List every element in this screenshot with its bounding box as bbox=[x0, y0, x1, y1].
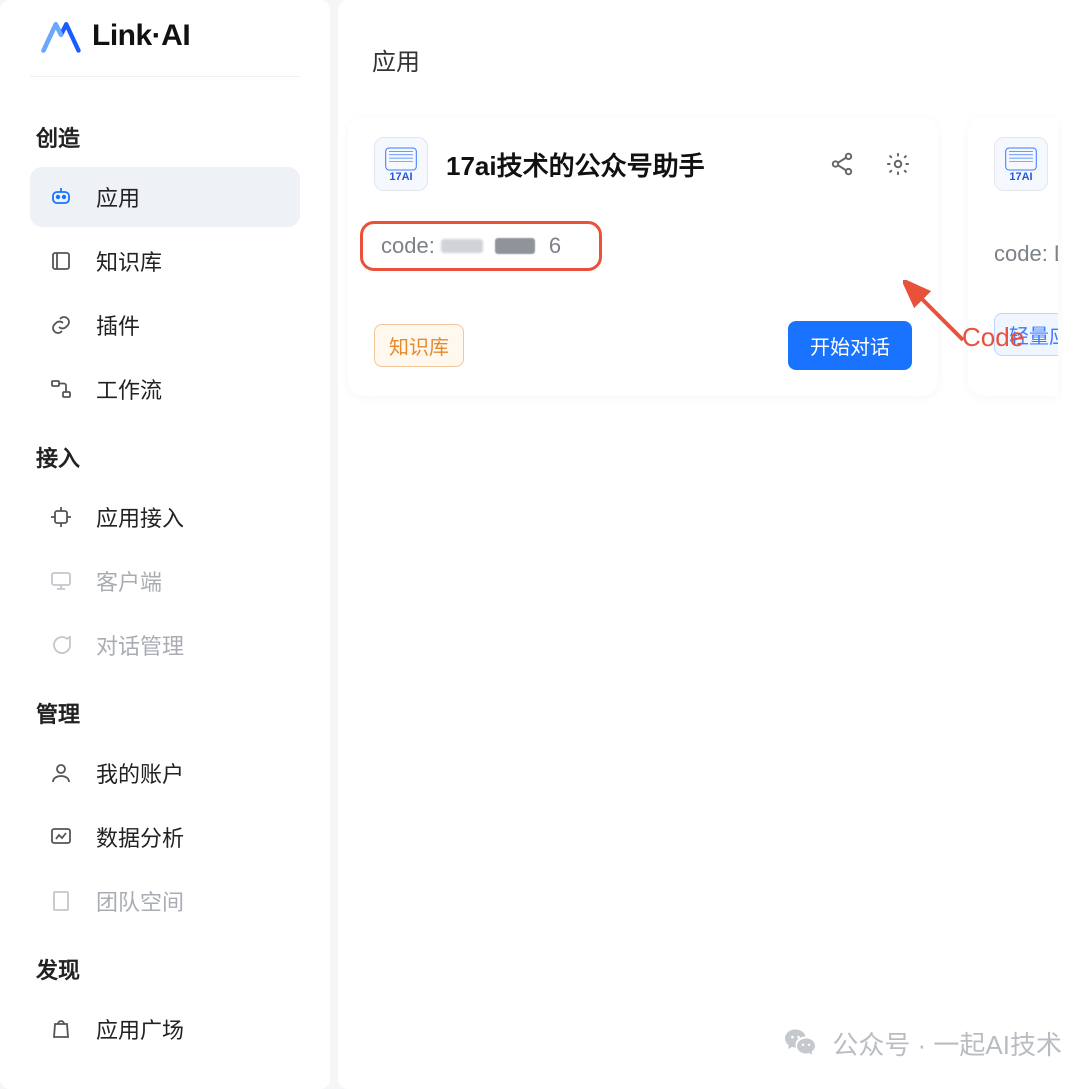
start-chat-button[interactable]: 开始对话 bbox=[788, 321, 912, 370]
nav-label: 应用接入 bbox=[96, 501, 184, 533]
brand-logo[interactable]: Link·AI bbox=[30, 18, 300, 77]
sidebar-section-manage: 管理 bbox=[36, 697, 300, 729]
sidebar-item-team[interactable]: 团队空间 bbox=[30, 871, 300, 931]
main-content: 应用 17AI 17ai技术的公众号助手 bbox=[338, 0, 1080, 1089]
sidebar-item-workflow[interactable]: 工作流 bbox=[30, 359, 300, 419]
robot-icon bbox=[48, 184, 74, 210]
watermark-text: 公众号 · 一起AI技术 bbox=[832, 1025, 1062, 1062]
nav-label: 数据分析 bbox=[96, 821, 184, 853]
watermark: 公众号 · 一起AI技术 bbox=[780, 1023, 1062, 1063]
user-icon bbox=[48, 760, 74, 786]
redacted-segment bbox=[495, 238, 535, 254]
logo-mark-icon bbox=[40, 18, 82, 54]
app-code-highlight: code: 6 bbox=[360, 221, 602, 271]
sidebar-item-analytics[interactable]: 数据分析 bbox=[30, 807, 300, 867]
nav-label: 应用 bbox=[96, 181, 140, 213]
sidebar-item-plugins[interactable]: 插件 bbox=[30, 295, 300, 355]
code-prefix: code: bbox=[381, 233, 435, 259]
share-icon[interactable] bbox=[828, 150, 856, 178]
sidebar-item-chat-mgmt[interactable]: 对话管理 bbox=[30, 615, 300, 675]
sidebar-item-marketplace[interactable]: 应用广场 bbox=[30, 999, 300, 1059]
brand-name: Link·AI bbox=[92, 19, 190, 53]
app-avatar: 17AI bbox=[994, 137, 1048, 191]
gear-icon[interactable] bbox=[884, 150, 912, 178]
sidebar-section-create: 创造 bbox=[36, 121, 300, 153]
nav-label: 知识库 bbox=[96, 245, 162, 277]
app-code: code: D bbox=[994, 241, 1058, 267]
sidebar-item-apps[interactable]: 应用 bbox=[30, 167, 300, 227]
sidebar-section-discover: 发现 bbox=[36, 953, 300, 985]
bag-icon bbox=[48, 1016, 74, 1042]
nav-label: 应用广场 bbox=[96, 1013, 184, 1045]
nav-label: 团队空间 bbox=[96, 885, 184, 917]
nav-label: 对话管理 bbox=[96, 629, 184, 661]
chat-icon bbox=[48, 632, 74, 658]
sidebar: Link·AI 创造 应用 知识库 bbox=[0, 0, 330, 1089]
sidebar-section-access: 接入 bbox=[36, 441, 300, 473]
monitor-icon bbox=[48, 568, 74, 594]
page-title: 应用 bbox=[338, 16, 1080, 117]
nav-label: 客户端 bbox=[96, 565, 162, 597]
tag-light-app[interactable]: 轻量应用 bbox=[994, 313, 1058, 356]
chip-icon bbox=[48, 504, 74, 530]
book-icon bbox=[48, 248, 74, 274]
sidebar-item-client[interactable]: 客户端 bbox=[30, 551, 300, 611]
nav-label: 我的账户 bbox=[96, 757, 184, 789]
building-icon bbox=[48, 888, 74, 914]
analytics-icon bbox=[48, 824, 74, 850]
nav-label: 工作流 bbox=[96, 373, 162, 405]
nav-label: 插件 bbox=[96, 309, 140, 341]
redacted-segment bbox=[441, 239, 483, 253]
link-icon bbox=[48, 312, 74, 338]
app-card[interactable]: 17AI 17ai技术的公众号助手 code: bbox=[348, 117, 938, 396]
sidebar-item-knowledge[interactable]: 知识库 bbox=[30, 231, 300, 291]
code-suffix: 6 bbox=[549, 233, 562, 259]
app-card[interactable]: 17AI code: D 轻量应用 bbox=[968, 117, 1058, 396]
sidebar-item-app-access[interactable]: 应用接入 bbox=[30, 487, 300, 547]
app-title: 17ai技术的公众号助手 bbox=[446, 146, 810, 183]
wechat-icon bbox=[780, 1023, 820, 1063]
app-avatar: 17AI bbox=[374, 137, 428, 191]
sidebar-item-account[interactable]: 我的账户 bbox=[30, 743, 300, 803]
tag-knowledge-base[interactable]: 知识库 bbox=[374, 324, 464, 367]
flow-icon bbox=[48, 376, 74, 402]
